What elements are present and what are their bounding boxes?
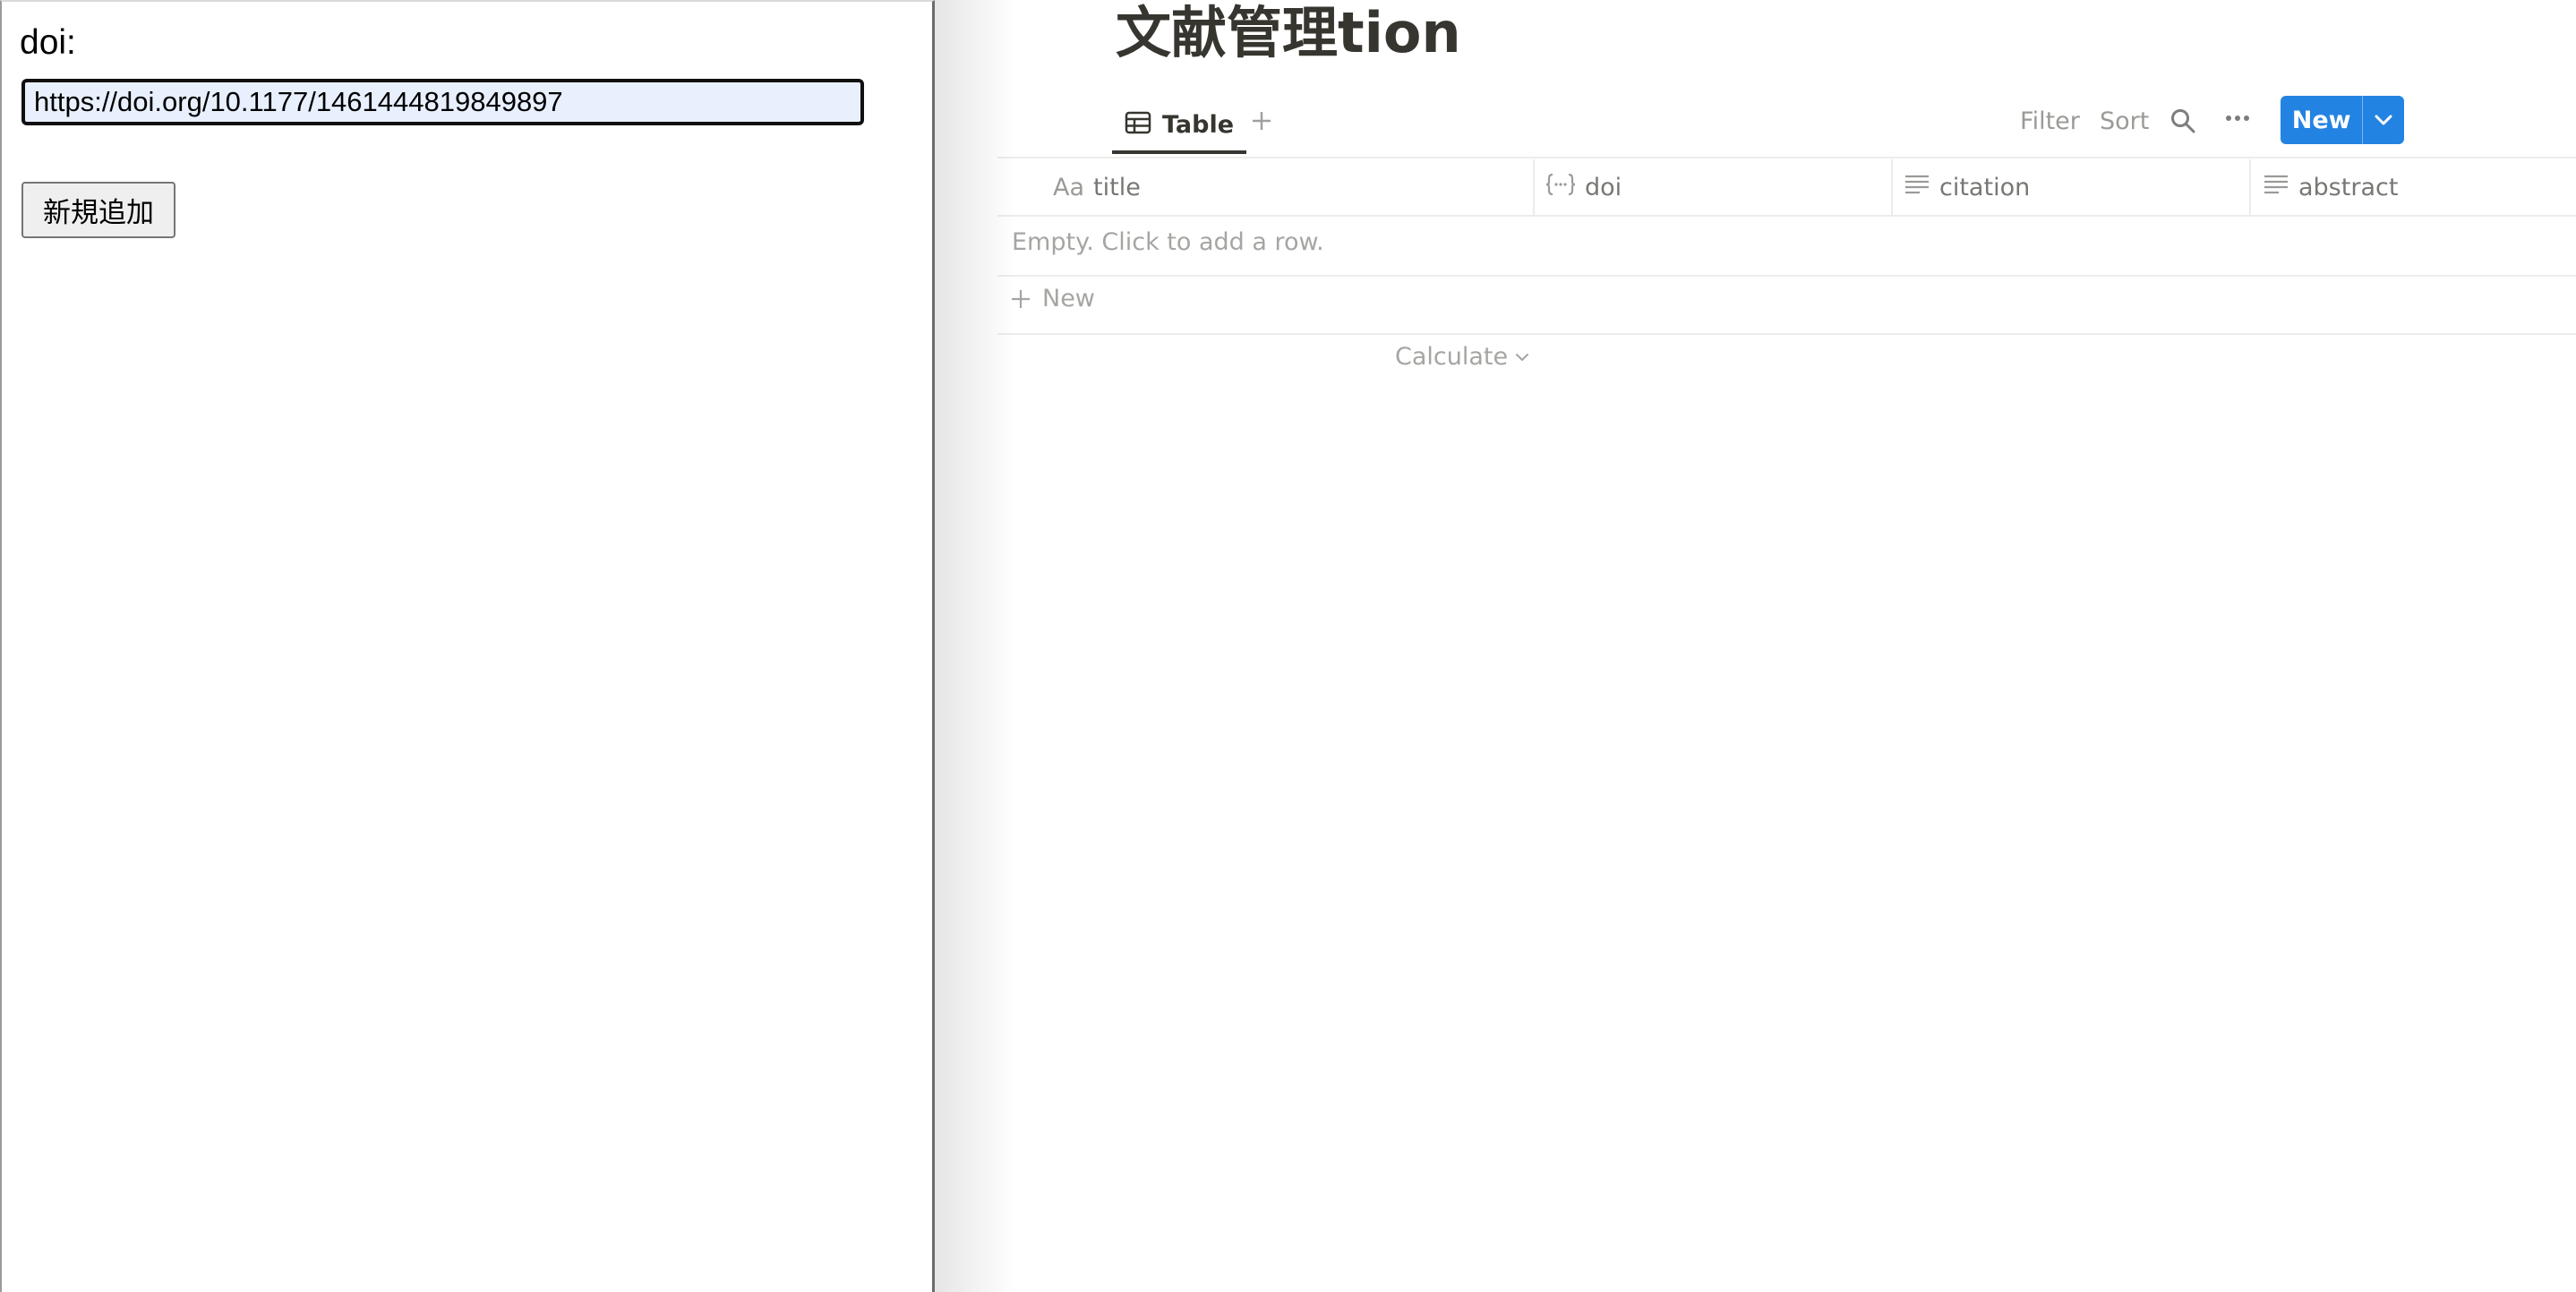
title-aa-icon: Aa bbox=[1053, 173, 1085, 201]
more-options-button[interactable] bbox=[2224, 100, 2251, 136]
calculate-button[interactable]: Calculate bbox=[1395, 343, 1529, 371]
add-new-button[interactable]: 新規追加 bbox=[21, 182, 175, 238]
new-button-group: New bbox=[2281, 96, 2404, 144]
text-lines-icon bbox=[2263, 173, 2289, 202]
column-divider bbox=[2249, 159, 2251, 215]
more-dots-icon bbox=[2226, 116, 2249, 121]
new-dropdown-button[interactable] bbox=[2362, 96, 2404, 144]
row-divider bbox=[997, 275, 2576, 277]
column-header-label: abstract bbox=[2298, 173, 2399, 201]
column-header-label: citation bbox=[1939, 173, 2031, 201]
column-header-doi[interactable]: doi bbox=[1545, 159, 1622, 215]
column-header-label: doi bbox=[1585, 173, 1622, 201]
add-view-button[interactable] bbox=[1246, 103, 1277, 139]
formula-braces-icon bbox=[1545, 172, 1576, 203]
add-row-label: New bbox=[1042, 285, 1095, 312]
filter-button[interactable]: Filter bbox=[2020, 103, 2080, 139]
chevron-down-icon bbox=[2375, 115, 2392, 125]
text-lines-icon bbox=[1904, 173, 1930, 202]
column-header-abstract[interactable]: abstract bbox=[2263, 159, 2398, 215]
plus-icon bbox=[1253, 112, 1271, 130]
chevron-down-icon bbox=[1516, 353, 1529, 361]
sort-button[interactable]: Sort bbox=[2100, 103, 2149, 139]
panel-divider-shadow bbox=[935, 0, 1015, 1292]
empty-table-message[interactable]: Empty. Click to add a row. bbox=[1012, 228, 1324, 256]
column-header-citation[interactable]: citation bbox=[1904, 159, 2030, 215]
new-record-button[interactable]: New bbox=[2281, 96, 2362, 144]
column-divider bbox=[1891, 159, 1893, 215]
calculate-label: Calculate bbox=[1395, 343, 1509, 371]
doi-input[interactable] bbox=[21, 79, 864, 125]
table-icon bbox=[1125, 111, 1151, 138]
search-button[interactable] bbox=[2169, 103, 2196, 139]
column-divider bbox=[1533, 159, 1535, 215]
page-title[interactable]: 文献管理tion bbox=[1116, 0, 1461, 66]
column-header-title[interactable]: Aa title bbox=[1053, 159, 1141, 215]
header-bottom-border bbox=[997, 215, 2576, 217]
doi-label: doi: bbox=[20, 23, 76, 62]
tab-table-label: Table bbox=[1162, 110, 1235, 139]
add-row-button[interactable]: New bbox=[1010, 285, 1095, 312]
column-header-label: title bbox=[1093, 173, 1141, 201]
doi-form-panel: doi: 新規追加 bbox=[0, 0, 935, 1292]
table-top-border bbox=[997, 157, 2576, 158]
search-icon bbox=[2171, 109, 2195, 133]
tab-table[interactable]: Table bbox=[1112, 98, 1247, 154]
row-divider bbox=[997, 333, 2576, 335]
